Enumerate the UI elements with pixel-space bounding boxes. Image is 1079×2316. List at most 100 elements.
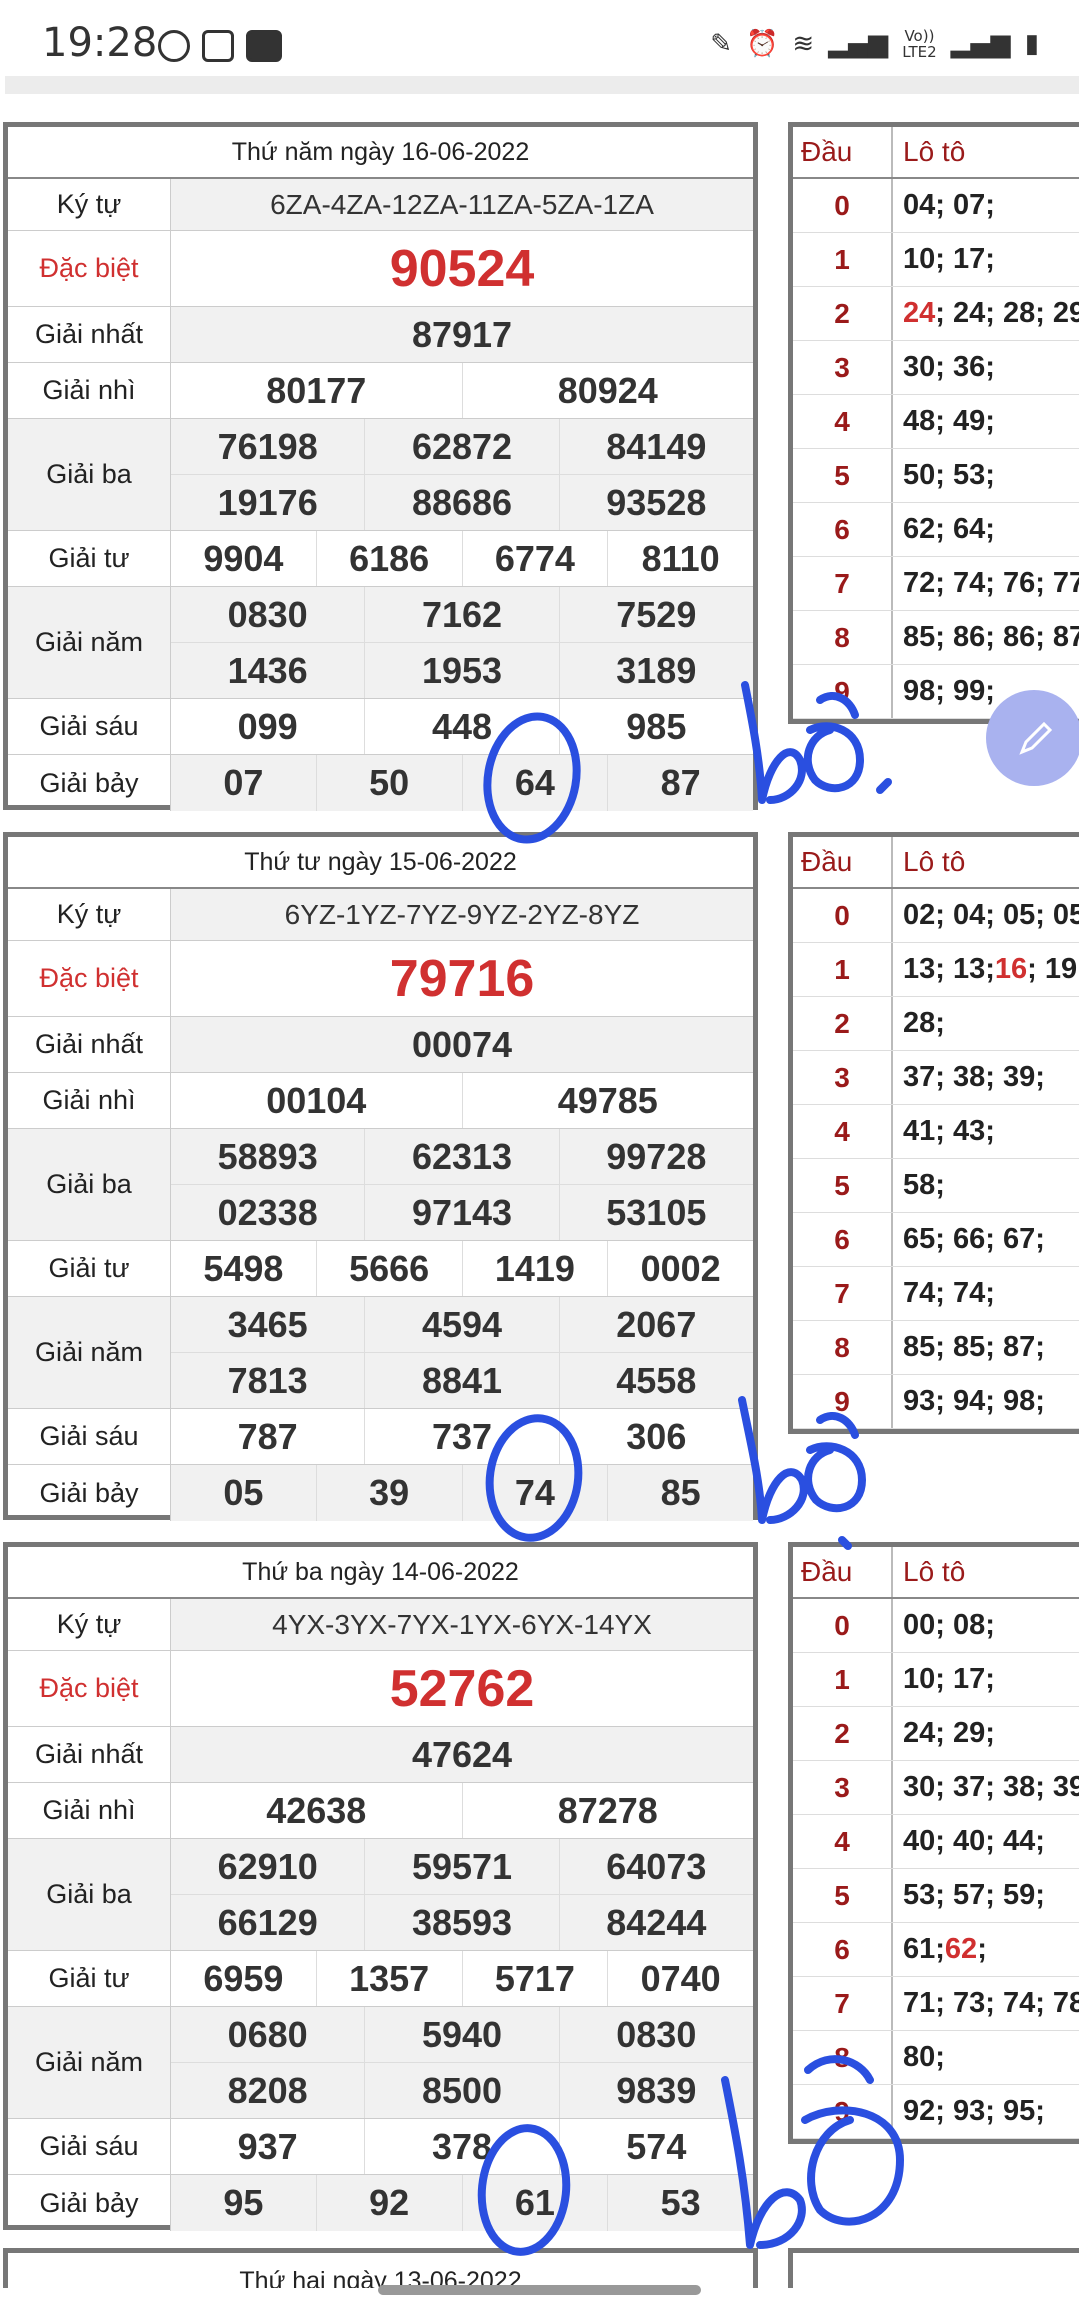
- fifth-value: 7529: [558, 587, 753, 642]
- loto-head-digit: 5: [793, 1159, 893, 1212]
- third-value: 93528: [558, 475, 753, 530]
- loto-head-digit: 9: [793, 1375, 893, 1428]
- third-value: 88686: [364, 475, 558, 530]
- loto-head-digit: 0: [793, 1599, 893, 1652]
- fifth-value: 5940: [364, 2007, 558, 2062]
- prize-label: Giải sáu: [8, 1409, 171, 1464]
- third-value: 62872: [364, 419, 558, 474]
- loto-head-label: Đầu: [793, 1547, 893, 1597]
- first-value: 87917: [411, 313, 513, 355]
- prize-label: Đặc biệt: [8, 941, 171, 1016]
- seventh-value: 39: [315, 1465, 462, 1521]
- seventh-value: 92: [315, 2175, 462, 2231]
- loto-values: 71; 73; 74; 78: [903, 1987, 1079, 2019]
- fourth-value: 5498: [203, 1247, 284, 1289]
- fourth-value: 9904: [203, 537, 284, 579]
- third-value: 62910: [217, 1845, 318, 1887]
- day-title: Thứ năm ngày 16-06-2022: [8, 127, 753, 179]
- day-title: Thứ tư ngày 15-06-2022: [8, 837, 753, 889]
- code-value: 4YX-3YX-7YX-1YX-6YX-14YX: [272, 1608, 652, 1640]
- loto-values: 48; 49;: [903, 405, 995, 437]
- fourth-value: 6186: [315, 531, 462, 586]
- next-day-preview: Thứ hai ngày 13-06-2022: [0, 2248, 1079, 2288]
- prize-row-first: Giải nhất 87917: [8, 307, 753, 363]
- prize-label: Ký tự: [8, 889, 171, 940]
- loto-row: 8 80;: [793, 2031, 1079, 2085]
- second-value: 42638: [266, 1789, 367, 1831]
- loto-row: 4 48; 49;: [793, 395, 1079, 449]
- loto-row: 6 61; 62;: [793, 1923, 1079, 1977]
- seventh-value: 50: [315, 755, 462, 811]
- prize-label: Giải nhất: [8, 1017, 171, 1072]
- third-value: 66129: [217, 1901, 318, 1943]
- loto-head-digit: 8: [793, 1321, 893, 1374]
- clock: 19:28: [42, 20, 158, 66]
- loto-values: 92; 93; 95;: [903, 2095, 1045, 2127]
- code-value: 6YZ-1YZ-7YZ-9YZ-2YZ-8YZ: [284, 898, 640, 930]
- loto-values: 58;: [903, 1169, 945, 1201]
- fifth-value: 4558: [558, 1353, 753, 1408]
- loto-head-digit: 1: [793, 1653, 893, 1706]
- loto-head-digit: 7: [793, 557, 893, 610]
- next-day-title: Thứ hai ngày 13-06-2022: [3, 2248, 758, 2288]
- loto-row: 2 24; 24; 28; 29: [793, 287, 1079, 341]
- third-value: 59571: [364, 1839, 558, 1894]
- prize-label: Giải ba: [8, 1839, 171, 1950]
- second-value: 00104: [266, 1079, 367, 1121]
- loto-head-digit: 1: [793, 943, 893, 996]
- loto-values: 40; 40; 44;: [903, 1825, 1045, 1857]
- loto-head-label: Đầu: [793, 127, 893, 177]
- zalo-icon: [246, 30, 282, 62]
- fourth-value: 6774: [461, 531, 608, 586]
- loto-values: 28;: [903, 1007, 945, 1039]
- prize-label: Giải bảy: [8, 2175, 171, 2231]
- pen-icon: ✎: [710, 29, 733, 59]
- seventh-value: 87: [607, 755, 753, 811]
- loto-values: 50; 53;: [903, 459, 995, 491]
- loto-values-label: Lô tô: [903, 846, 966, 877]
- result-day: Thứ năm ngày 16-06-2022 Ký tự 6ZA-4ZA-12…: [0, 122, 1079, 832]
- prize-row-third: Giải ba 76198 62872 84149 19176 88686 93528: [8, 419, 753, 531]
- loto-table: Đầu Lô tô 0 02; 04; 05; 05 1 13; 13; 16;…: [788, 832, 1079, 1434]
- loto-values: 80;: [903, 2041, 945, 2073]
- third-value: 38593: [364, 1895, 558, 1950]
- loto-row: 7 74; 74;: [793, 1267, 1079, 1321]
- loto-head-digit: 1: [793, 233, 893, 286]
- seventh-value: 74: [461, 1465, 608, 1521]
- prize-row-first: Giải nhất 00074: [8, 1017, 753, 1073]
- third-value: 76198: [217, 425, 318, 467]
- sixth-value: 378: [364, 2119, 558, 2174]
- second-value: 49785: [461, 1073, 754, 1128]
- loto-head-digit: 2: [793, 997, 893, 1050]
- fifth-value: 8208: [227, 2069, 308, 2111]
- fifth-value: 4594: [364, 1297, 558, 1352]
- prize-row-sixth: Giải sáu 787 737 306: [8, 1409, 753, 1465]
- result-day: Thứ tư ngày 15-06-2022 Ký tự 6YZ-1YZ-7YZ…: [0, 832, 1079, 1542]
- special-value: 52762: [389, 1659, 535, 1718]
- result-day: Thứ ba ngày 14-06-2022 Ký tự 4YX-3YX-7YX…: [0, 1542, 1079, 2252]
- home-indicator[interactable]: [378, 2285, 701, 2295]
- loto-head-digit: 5: [793, 449, 893, 502]
- loto-values: 62; 64;: [903, 513, 995, 545]
- next-loto-box: [788, 2248, 1079, 2288]
- fifth-value: 3189: [558, 643, 753, 698]
- loto-special-value: 62: [944, 1933, 978, 1965]
- loto-row: 8 85; 86; 86; 87: [793, 611, 1079, 665]
- loto-values: 30; 37; 38; 39: [903, 1771, 1079, 1803]
- loto-values: 85; 85; 87;: [903, 1331, 1045, 1363]
- third-value: 53105: [558, 1185, 753, 1240]
- loto-row: 8 85; 85; 87;: [793, 1321, 1079, 1375]
- day-title: Thứ ba ngày 14-06-2022: [8, 1547, 753, 1599]
- special-value: 90524: [389, 239, 535, 298]
- loto-row: 0 04; 07;: [793, 179, 1079, 233]
- loto-head-digit: 2: [793, 1707, 893, 1760]
- loto-values: 00; 08;: [903, 1609, 995, 1641]
- prize-label: Giải sáu: [8, 699, 171, 754]
- loto-row: 2 24; 29;: [793, 1707, 1079, 1761]
- second-value: 80177: [266, 369, 367, 411]
- battery-icon: ▮: [1024, 29, 1039, 59]
- prize-label: Giải năm: [8, 1297, 171, 1408]
- loto-row: 6 65; 66; 67;: [793, 1213, 1079, 1267]
- loto-row: 4 41; 43;: [793, 1105, 1079, 1159]
- third-value: 84149: [558, 419, 753, 474]
